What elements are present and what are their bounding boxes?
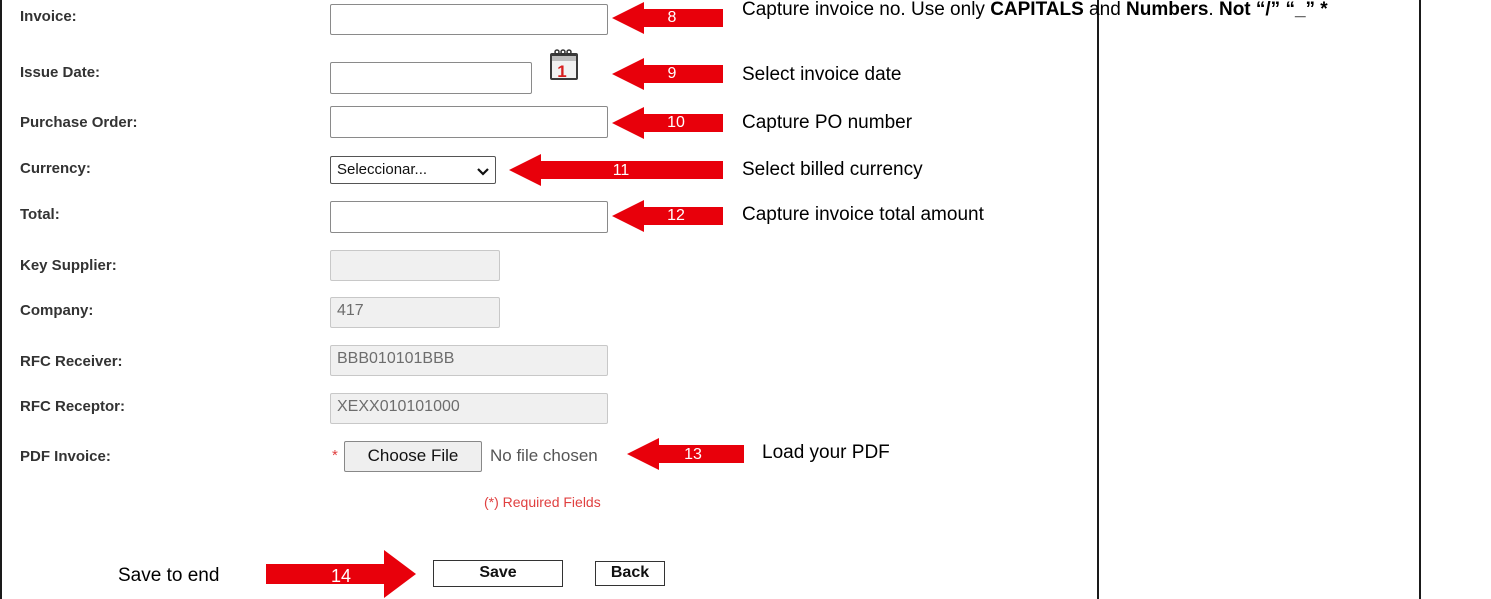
rfc-receiver-label: RFC Receiver: — [20, 353, 123, 370]
currency-select[interactable]: Seleccionar... — [330, 156, 496, 184]
step-14-number: 14 — [330, 566, 352, 586]
required-note: (*) Required Fields — [484, 494, 601, 510]
company-label: Company: — [20, 302, 94, 319]
step-9-number: 9 — [667, 65, 677, 82]
step-13-number: 13 — [684, 446, 702, 463]
calendar-icon[interactable]: 1 — [548, 48, 582, 82]
rfc-receptor-label: RFC Receptor: — [20, 398, 126, 415]
step-8-text: Capture invoice no. Use only CAPITALS an… — [742, 0, 1328, 20]
issue-date-label: Issue Date: — [20, 64, 101, 81]
choose-file-button[interactable]: Choose File — [344, 441, 482, 472]
required-asterisk: * — [332, 447, 338, 464]
frame-left-border — [0, 0, 2, 599]
step-11-text: Select billed currency — [742, 159, 923, 180]
invoice-input[interactable] — [330, 4, 608, 35]
pdf-invoice-label: PDF Invoice: — [20, 448, 111, 465]
company-field: 417 — [330, 297, 500, 328]
save-button[interactable]: Save — [433, 560, 563, 587]
rfc-receiver-field: BBB010101BBB — [330, 345, 608, 376]
calendar-day: 1 — [557, 62, 566, 81]
step-10-text: Capture PO number — [742, 112, 913, 133]
key-supplier-field — [330, 250, 500, 281]
file-status-text: No file chosen — [490, 446, 598, 465]
chevron-down-icon — [477, 164, 489, 181]
frame-divider — [1097, 0, 1099, 599]
step-10-number: 10 — [667, 114, 685, 131]
rfc-receptor-field: XEXX010101000 — [330, 393, 608, 424]
step-11-number: 11 — [612, 162, 630, 179]
step-9-text: Select invoice date — [742, 64, 902, 85]
key-supplier-label: Key Supplier: — [20, 257, 117, 274]
back-button[interactable]: Back — [595, 561, 665, 586]
issue-date-input[interactable] — [330, 62, 532, 94]
total-label: Total: — [20, 206, 60, 223]
step-8-number: 8 — [667, 9, 677, 26]
frame-right-border — [1419, 0, 1421, 599]
step-14-text: Save to end — [118, 565, 220, 586]
currency-label: Currency: — [20, 160, 91, 177]
total-input[interactable] — [330, 201, 608, 233]
step-12-number: 12 — [667, 207, 685, 224]
currency-select-value: Seleccionar... — [337, 161, 428, 178]
purchase-order-input[interactable] — [330, 106, 608, 138]
step-13-text: Load your PDF — [762, 442, 890, 463]
purchase-order-label: Purchase Order: — [20, 114, 138, 131]
invoice-label: Invoice: — [20, 8, 77, 25]
step-12-text: Capture invoice total amount — [742, 204, 984, 225]
